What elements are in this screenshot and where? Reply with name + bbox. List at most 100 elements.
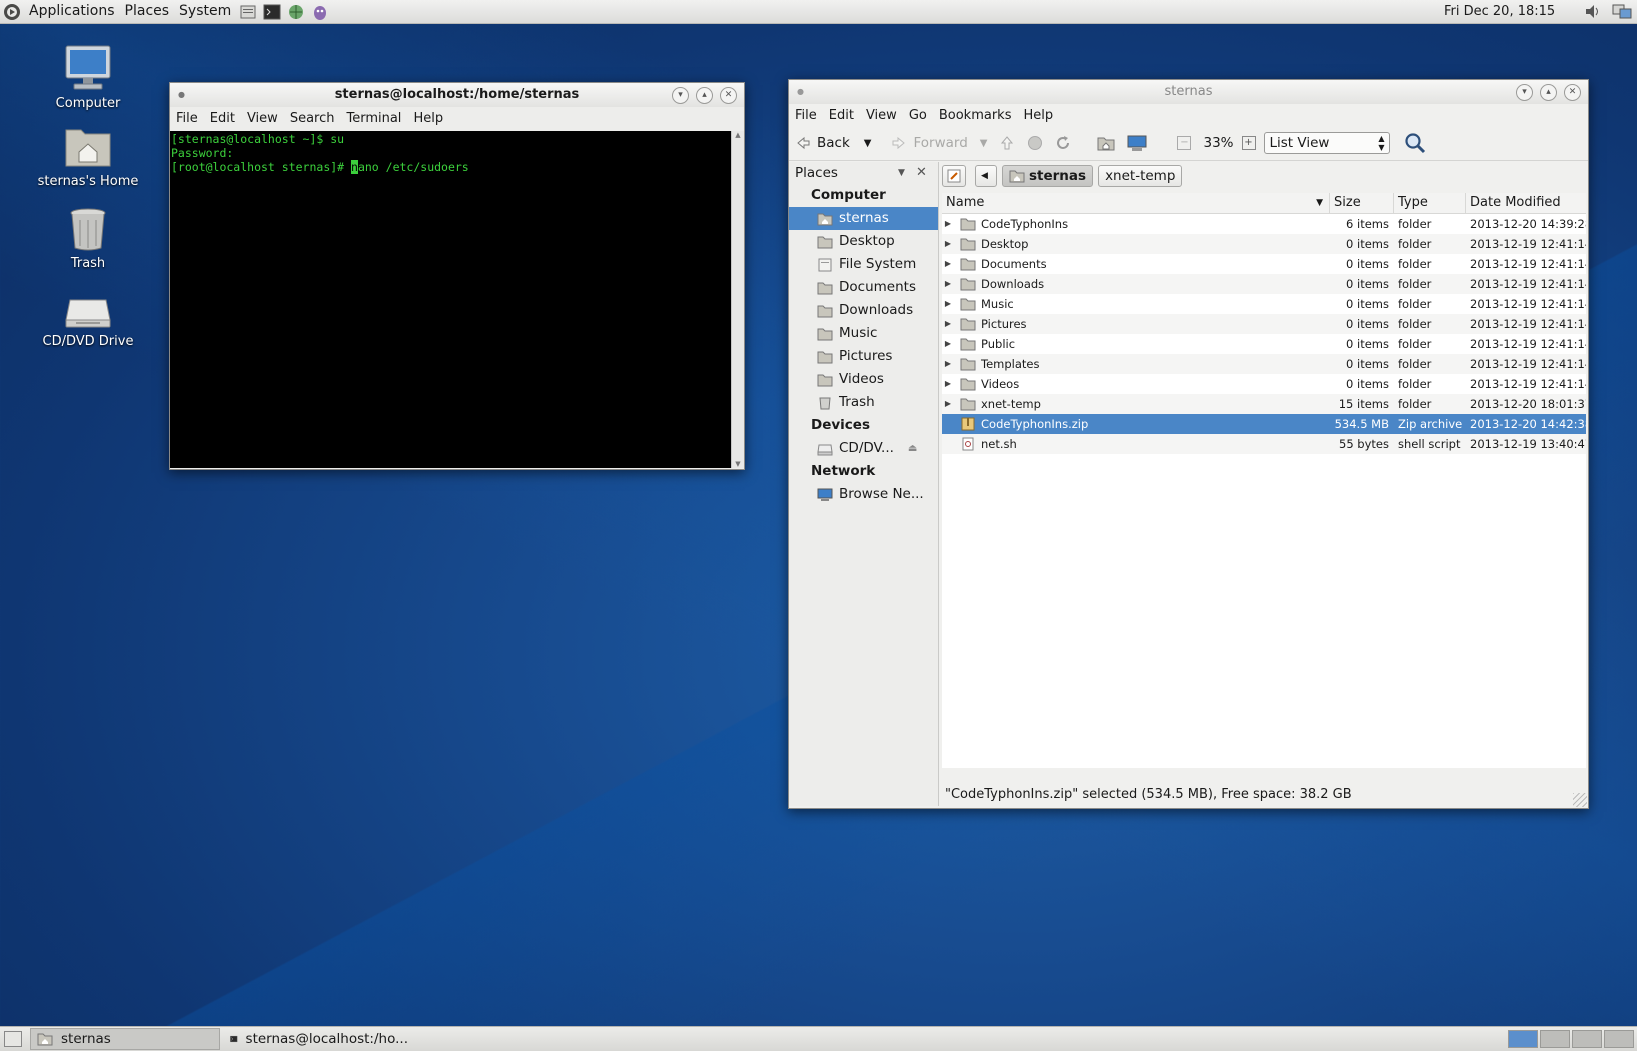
file-row[interactable]: ▶ Music 0 items folder 2013-12-19 12:41:14: [942, 294, 1586, 314]
window-menu-icon[interactable]: ●: [178, 83, 185, 107]
fm-menu-file[interactable]: File: [789, 108, 823, 123]
reload-button[interactable]: [1049, 129, 1077, 157]
terminal-screen[interactable]: [sternas@localhost ~]$ su Password: [roo…: [170, 131, 731, 468]
network-launcher-icon[interactable]: [286, 3, 306, 21]
places-menu[interactable]: Places: [120, 0, 175, 23]
scroll-down-icon[interactable]: ▼: [732, 460, 744, 468]
applications-menu[interactable]: Applications: [24, 0, 120, 23]
fm-menu-view[interactable]: View: [860, 108, 903, 123]
file-row[interactable]: net.sh 55 bytes shell script 2013-12-19 13:…: [942, 434, 1586, 454]
gnome-foot-icon[interactable]: [2, 3, 22, 21]
window-menu-icon[interactable]: ●: [797, 80, 804, 104]
column-header-type[interactable]: Type: [1394, 193, 1466, 213]
sidebar-item-videos[interactable]: Videos: [789, 368, 938, 391]
expand-triangle-icon[interactable]: ▶: [942, 374, 954, 394]
minimize-icon[interactable]: ▾: [1516, 84, 1533, 101]
system-menu[interactable]: System: [174, 0, 236, 23]
file-manager-launcher-icon[interactable]: [238, 3, 258, 21]
terminal-launcher-icon[interactable]: [262, 3, 282, 21]
sidebar-type-dropdown-icon[interactable]: ▼: [898, 162, 905, 184]
expand-triangle-icon[interactable]: ▶: [942, 294, 954, 314]
zoom-in-button[interactable]: +: [1240, 129, 1258, 157]
expand-triangle-icon[interactable]: ▶: [942, 394, 954, 414]
desktop-computer[interactable]: Computer: [23, 44, 153, 111]
eject-icon[interactable]: ⏏: [908, 437, 917, 460]
expand-triangle-icon[interactable]: ▶: [942, 254, 954, 274]
file-row[interactable]: ▶ CodeTyphonIns 6 items folder 2013-12-20 14…: [942, 214, 1586, 234]
taskbar-item-file-manager[interactable]: sternas: [30, 1028, 220, 1050]
sidebar-item-trash[interactable]: Trash: [789, 391, 938, 414]
sidebar-item-desktop[interactable]: Desktop: [789, 230, 938, 253]
back-button[interactable]: Back: [789, 129, 856, 157]
expand-triangle-icon[interactable]: ▶: [942, 274, 954, 294]
file-row[interactable]: CodeTyphonIns.zip 534.5 MB Zip archive 2013…: [942, 414, 1586, 434]
view-mode-select[interactable]: List View ▲ ▼: [1263, 132, 1390, 154]
close-icon[interactable]: ✕: [1564, 84, 1581, 101]
path-segment-xnet-temp[interactable]: xnet-temp: [1098, 165, 1183, 187]
column-header-size[interactable]: Size: [1330, 193, 1394, 213]
terminal-titlebar[interactable]: ● sternas@localhost:/home/sternas ▾ ▴ ✕: [170, 83, 744, 107]
path-segment-sternas[interactable]: sternas: [1002, 165, 1094, 187]
location-toggle-button[interactable]: [942, 165, 966, 187]
up-button[interactable]: [993, 129, 1021, 157]
sidebar-item-file-system[interactable]: File System: [789, 253, 938, 276]
file-row[interactable]: ▶ Public 0 items folder 2013-12-19 12:41:14: [942, 334, 1586, 354]
expand-triangle-icon[interactable]: ▶: [942, 354, 954, 374]
sidebar-item-music[interactable]: Music: [789, 322, 938, 345]
workspace-3[interactable]: [1572, 1030, 1602, 1048]
maximize-icon[interactable]: ▴: [696, 87, 713, 104]
file-manager-titlebar[interactable]: ● sternas ▾ ▴ ✕: [789, 80, 1588, 104]
file-row[interactable]: ▶ Templates 0 items folder 2013-12-19 12:41:…: [942, 354, 1586, 374]
scroll-up-icon[interactable]: ▲: [732, 131, 744, 139]
close-icon[interactable]: ✕: [720, 87, 737, 104]
sidebar-item-pictures[interactable]: Pictures: [789, 345, 938, 368]
column-header-date-modified[interactable]: Date Modified: [1466, 193, 1586, 213]
terminal-menu-edit[interactable]: Edit: [204, 111, 241, 126]
maximize-icon[interactable]: ▴: [1540, 84, 1557, 101]
network-status-icon[interactable]: [1612, 3, 1632, 20]
file-row[interactable]: ▶ xnet-temp 15 items folder 2013-12-20 18:01…: [942, 394, 1586, 414]
sidebar-item-browse-network[interactable]: Browse Ne...: [789, 483, 938, 506]
workspace-2[interactable]: [1540, 1030, 1570, 1048]
volume-icon[interactable]: [1584, 3, 1602, 20]
back-history-dropdown[interactable]: ▼: [856, 129, 880, 157]
forward-button[interactable]: Forward: [885, 129, 973, 157]
sidebar-item-downloads[interactable]: Downloads: [789, 299, 938, 322]
search-button[interactable]: [1398, 129, 1432, 157]
expand-triangle-icon[interactable]: ▶: [942, 234, 954, 254]
minimize-icon[interactable]: ▾: [672, 87, 689, 104]
file-row[interactable]: ▶ Documents 0 items folder 2013-12-19 12:41:…: [942, 254, 1586, 274]
fm-menu-go[interactable]: Go: [903, 108, 933, 123]
fm-menu-edit[interactable]: Edit: [823, 108, 860, 123]
show-desktop-icon[interactable]: [4, 1031, 22, 1047]
file-row[interactable]: ▶ Pictures 0 items folder 2013-12-19 12:41:1…: [942, 314, 1586, 334]
expand-triangle-icon[interactable]: ▶: [942, 314, 954, 334]
forward-history-dropdown[interactable]: ▼: [974, 129, 994, 157]
resize-grip[interactable]: [1573, 793, 1587, 807]
column-header-name[interactable]: Name ▼: [942, 193, 1330, 213]
stop-button[interactable]: [1021, 129, 1049, 157]
file-row[interactable]: ▶ Videos 0 items folder 2013-12-19 12:41:14: [942, 374, 1586, 394]
fm-menu-bookmarks[interactable]: Bookmarks: [933, 108, 1018, 123]
expand-triangle-icon[interactable]: ▶: [942, 214, 954, 234]
desktop-home[interactable]: sternas's Home: [23, 124, 153, 189]
terminal-menu-file[interactable]: File: [170, 111, 204, 126]
sidebar-item-documents[interactable]: Documents: [789, 276, 938, 299]
zoom-out-button[interactable]: −: [1171, 129, 1197, 157]
terminal-menu-search[interactable]: Search: [284, 111, 341, 126]
sidebar-close-icon[interactable]: ✕: [916, 162, 927, 184]
terminal-scrollbar[interactable]: ▲ ▼: [731, 131, 744, 468]
fm-menu-help[interactable]: Help: [1017, 108, 1059, 123]
sidebar-item-sternas[interactable]: sternas: [789, 207, 938, 230]
path-scroll-left-button[interactable]: ◀: [975, 165, 997, 187]
terminal-menu-help[interactable]: Help: [407, 111, 449, 126]
terminal-menu-terminal[interactable]: Terminal: [340, 111, 407, 126]
file-row[interactable]: ▶ Downloads 0 items folder 2013-12-19 12:41:…: [942, 274, 1586, 294]
desktop-cd-dvd-drive[interactable]: CD/DVD Drive: [23, 290, 153, 349]
desktop-trash[interactable]: Trash: [23, 206, 153, 271]
terminal-menu-view[interactable]: View: [241, 111, 284, 126]
taskbar-item-terminal[interactable]: sternas@localhost:/ho...: [224, 1028, 414, 1050]
workspace-1[interactable]: [1508, 1030, 1538, 1048]
expand-triangle-icon[interactable]: ▶: [942, 334, 954, 354]
pidgin-launcher-icon[interactable]: [310, 3, 330, 21]
